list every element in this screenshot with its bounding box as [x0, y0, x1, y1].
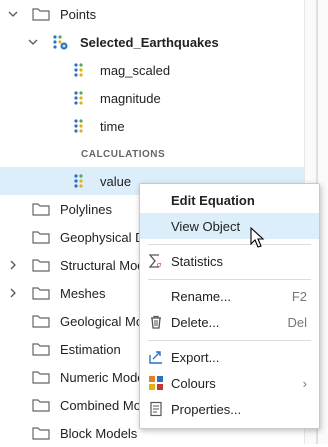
folder-icon	[32, 287, 50, 300]
colours-icon	[149, 376, 163, 390]
menu-item-statistics[interactable]: σ Statistics	[140, 248, 319, 274]
tree-item-label: Geophysical D	[60, 229, 145, 245]
menu-item-label: Statistics	[171, 253, 224, 269]
menu-item-properties[interactable]: Properties...	[140, 396, 319, 422]
chevron-down-icon[interactable]	[26, 35, 40, 49]
shortcut-label: Del	[287, 314, 307, 330]
attribute-icon	[74, 63, 83, 77]
chevron-right-icon[interactable]	[6, 258, 20, 272]
menu-item-edit-equation[interactable]: Edit Equation	[140, 187, 319, 213]
menu-item-export[interactable]: Export...	[140, 344, 319, 370]
folder-icon	[32, 259, 50, 272]
menu-separator	[148, 244, 311, 245]
folder-icon	[32, 399, 50, 412]
attribute-icon	[74, 91, 83, 105]
trash-icon	[151, 315, 161, 329]
tree-item-time[interactable]: time	[0, 112, 304, 140]
point-set-icon	[53, 35, 68, 50]
statistics-icon: σ	[148, 254, 162, 269]
menu-item-label: Delete...	[171, 314, 220, 330]
tree-item-label: Estimation	[60, 341, 121, 357]
tree-item-label: time	[100, 118, 125, 134]
section-label: CALCULATIONS	[81, 148, 166, 160]
tree-item-magnitude[interactable]: magnitude	[0, 84, 304, 112]
mouse-cursor-icon	[250, 227, 265, 248]
menu-item-label: Colours	[171, 375, 216, 391]
folder-icon	[32, 343, 50, 356]
tree-item-label: magnitude	[100, 90, 161, 106]
tree-item-mag-scaled[interactable]: mag_scaled	[0, 56, 304, 84]
export-icon	[149, 351, 162, 364]
attribute-icon	[74, 119, 83, 133]
folder-icon	[32, 427, 50, 440]
tree-item-label: Combined Mod	[60, 397, 149, 413]
menu-separator	[148, 340, 311, 341]
shortcut-label: F2	[291, 288, 307, 304]
tree-item-label: value	[100, 173, 132, 189]
svg-text:σ: σ	[157, 262, 162, 269]
tree-item-label: Polylines	[60, 201, 113, 217]
tree-item-label: Structural Mode	[60, 257, 152, 273]
menu-item-label: View Object	[171, 218, 241, 234]
folder-icon	[32, 231, 50, 244]
tree-item-label: Meshes	[60, 285, 106, 301]
folder-icon	[32, 203, 50, 216]
properties-icon	[150, 401, 162, 417]
folder-icon	[32, 8, 50, 21]
menu-separator	[148, 279, 311, 280]
menu-item-label: Properties...	[171, 401, 242, 417]
attribute-icon	[74, 174, 83, 188]
menu-item-delete[interactable]: Delete... Del	[140, 309, 319, 335]
menu-item-view-object[interactable]: View Object	[140, 213, 319, 239]
menu-item-rename[interactable]: Rename... F2	[140, 283, 319, 309]
folder-icon	[32, 371, 50, 384]
menu-item-label: Rename...	[171, 288, 231, 304]
menu-item-colours[interactable]: Colours ›	[140, 370, 319, 396]
tree-item-points[interactable]: Points	[0, 0, 304, 28]
tree-item-label: Block Models	[60, 425, 138, 441]
context-menu: Edit Equation View Object σ Statistics R…	[139, 183, 320, 429]
chevron-right-icon[interactable]	[6, 286, 20, 300]
tree-item-label: Selected_Earthquakes	[80, 34, 219, 50]
tree-item-selected-earthquakes[interactable]: Selected_Earthquakes	[0, 28, 304, 56]
submenu-arrow-icon: ›	[302, 375, 307, 391]
folder-icon	[32, 315, 50, 328]
tree-item-label: Points	[60, 6, 97, 22]
tree-item-label: mag_scaled	[100, 62, 171, 78]
section-header-calculations: CALCULATIONS	[0, 140, 304, 168]
chevron-down-icon[interactable]	[6, 7, 20, 21]
menu-item-label: Export...	[171, 349, 220, 365]
menu-item-label: Edit Equation	[171, 192, 255, 208]
